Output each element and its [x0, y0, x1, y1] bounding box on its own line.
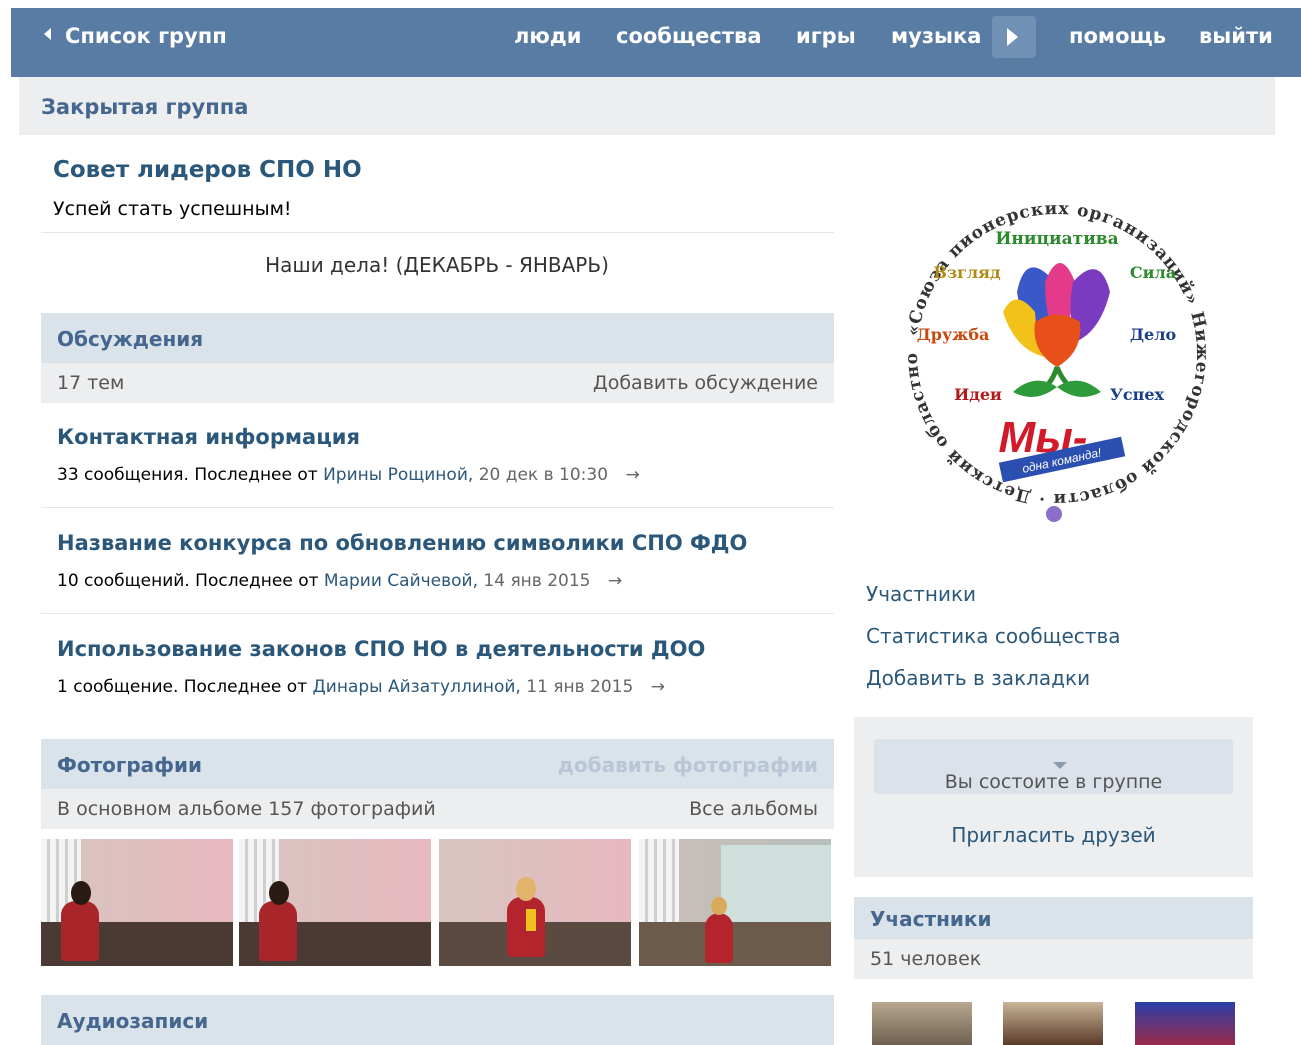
- logo-dot-icon: [1046, 506, 1062, 522]
- nav-people[interactable]: люди: [514, 8, 581, 77]
- photo-thumbnail[interactable]: [639, 839, 831, 966]
- topic-meta: 1 сообщение. Последнее от Динары Айзатул…: [57, 677, 705, 697]
- page-header: Закрытая группа: [19, 77, 1275, 135]
- nav-communities[interactable]: сообщества: [616, 8, 762, 77]
- group-name: Совет лидеров СПО НО: [53, 157, 362, 183]
- group-privacy-label: Закрытая группа: [41, 95, 249, 119]
- topic-title[interactable]: Контактная информация: [57, 425, 640, 449]
- members-title: Участники: [870, 907, 992, 931]
- topic-message-count: 10 сообщений. Последнее от: [57, 571, 319, 591]
- membership-box: Вы состоите в группе Пригласить друзей: [854, 717, 1253, 877]
- topic-last-author[interactable]: Ирины Рощиной,: [323, 465, 473, 485]
- members-count: 51 человек: [870, 948, 982, 970]
- topic-title[interactable]: Использование законов СПО НО в деятельно…: [57, 637, 705, 661]
- member-avatar[interactable]: [1135, 1002, 1235, 1045]
- members-count-row: 51 человек: [854, 939, 1253, 979]
- photos-header[interactable]: Фотографии добавить фотографии: [41, 739, 834, 789]
- topic-message-count: 1 сообщение. Последнее от: [57, 677, 308, 697]
- go-to-last-arrow-icon[interactable]: →: [608, 571, 622, 591]
- discussion-topic: Название конкурса по обновлению символик…: [57, 531, 747, 591]
- photo-thumbnail[interactable]: [439, 839, 631, 966]
- topic-meta: 10 сообщений. Последнее от Марии Сайчево…: [57, 571, 747, 591]
- nav-music[interactable]: музыка: [891, 8, 981, 77]
- go-to-last-arrow-icon[interactable]: →: [625, 465, 639, 485]
- dropdown-caret-icon: [1052, 762, 1067, 769]
- divider: [41, 232, 834, 233]
- sidebar-bookmark-link[interactable]: Добавить в закладки: [866, 666, 1090, 690]
- audio-title: Аудиозаписи: [57, 1009, 209, 1033]
- go-to-last-arrow-icon[interactable]: →: [651, 677, 665, 697]
- photo-thumbnail[interactable]: [41, 839, 233, 966]
- all-albums-link[interactable]: Все альбомы: [689, 798, 818, 820]
- back-link-label: Список групп: [65, 24, 227, 48]
- group-status: Успей стать успешным!: [53, 198, 292, 220]
- discussions-title: Обсуждения: [57, 327, 204, 351]
- logo-word: Идеи: [954, 385, 1002, 404]
- play-arrow-icon: [1007, 28, 1018, 46]
- topic-last-author[interactable]: Динары Айзатуллиной,: [313, 677, 521, 697]
- logo-word: Дружба: [917, 325, 990, 344]
- invite-friends-link[interactable]: Пригласить друзей: [854, 823, 1253, 847]
- logo-word: Успех: [1110, 385, 1165, 404]
- divider: [41, 613, 834, 614]
- add-discussion-link[interactable]: Добавить обсуждение: [593, 372, 818, 394]
- membership-status-label: Вы состоите в группе: [944, 771, 1163, 793]
- members-header[interactable]: Участники: [854, 897, 1253, 939]
- nav-more-button[interactable]: [992, 16, 1036, 58]
- topic-last-date: 20 дек в 10:30: [478, 465, 609, 485]
- discussion-topic: Контактная информация 33 сообщения. Посл…: [57, 425, 640, 485]
- member-avatar[interactable]: [872, 1002, 972, 1045]
- topic-last-date: 14 янв 2015: [483, 571, 591, 591]
- photos-album-info: В основном альбоме 157 фотографий: [57, 798, 436, 820]
- topic-meta: 33 сообщения. Последнее от Ирины Рощиной…: [57, 465, 640, 485]
- topic-last-date: 11 янв 2015: [526, 677, 634, 697]
- discussions-count: 17 тем: [57, 372, 125, 394]
- photos-subheader: В основном альбоме 157 фотографий Все ал…: [41, 789, 834, 829]
- discussions-header[interactable]: Обсуждения: [41, 313, 834, 363]
- sidebar-stats-link[interactable]: Статистика сообщества: [866, 624, 1121, 648]
- logo-word: Дело: [1130, 325, 1177, 344]
- news-link[interactable]: Наши дела! (ДЕКАБРЬ - ЯНВАРЬ): [40, 253, 834, 277]
- membership-status-button[interactable]: Вы состоите в группе: [874, 739, 1233, 794]
- photos-title: Фотографии: [57, 753, 203, 777]
- logo-word: Инициатива: [995, 229, 1118, 249]
- back-arrow-icon: [44, 28, 51, 40]
- sidebar-members-link[interactable]: Участники: [866, 582, 976, 606]
- nav-help[interactable]: помощь: [1069, 8, 1166, 77]
- topic-message-count: 33 сообщения. Последнее от: [57, 465, 318, 485]
- logo-word: Взгляд: [933, 263, 1001, 282]
- top-navigation-bar: Список групп люди сообщества игры музыка…: [11, 8, 1301, 77]
- photo-thumbnail[interactable]: [239, 839, 431, 966]
- member-avatar[interactable]: [1003, 1002, 1103, 1045]
- discussion-topic: Использование законов СПО НО в деятельно…: [57, 637, 705, 697]
- discussions-subheader: 17 тем Добавить обсуждение: [41, 363, 834, 403]
- divider: [41, 507, 834, 508]
- topic-title[interactable]: Название конкурса по обновлению символик…: [57, 531, 747, 555]
- audio-header[interactable]: Аудиозаписи: [41, 995, 834, 1045]
- add-photos-link[interactable]: добавить фотографии: [558, 753, 818, 777]
- nav-games[interactable]: игры: [796, 8, 856, 77]
- back-to-group-list-link[interactable]: Список групп: [44, 8, 227, 77]
- logo-word: Сила: [1130, 263, 1176, 282]
- group-logo[interactable]: «Союза пионерских организаций» Нижегород…: [885, 182, 1230, 527]
- nav-logout[interactable]: выйти: [1199, 8, 1273, 77]
- topic-last-author[interactable]: Марии Сайчевой,: [324, 571, 478, 591]
